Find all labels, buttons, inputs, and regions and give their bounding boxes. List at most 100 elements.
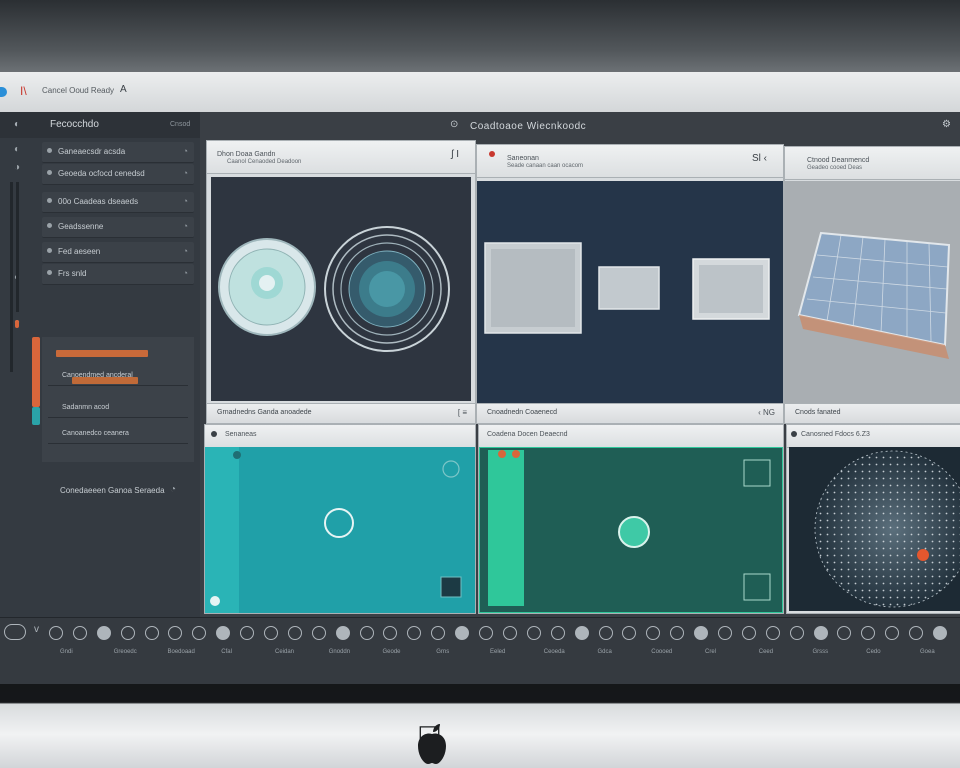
toolbar-tool-icon[interactable] bbox=[502, 626, 517, 640]
gear-icon[interactable]: ⚙ bbox=[942, 119, 951, 130]
workspace-icon[interactable]: ⊙ bbox=[450, 119, 458, 130]
list-item[interactable]: Fed aeseen ◔ bbox=[42, 242, 194, 263]
toolbar-tool-icon[interactable] bbox=[861, 626, 876, 640]
panel-title: Canosned Fdocs 6.Z3 bbox=[801, 431, 870, 438]
gutter-track bbox=[16, 182, 19, 312]
list-item[interactable]: Geadssenne ◔ bbox=[42, 217, 194, 238]
panel-title: Coadena Docen Deaecnd bbox=[487, 431, 568, 438]
toolbar-tool-icon[interactable] bbox=[574, 626, 589, 640]
toolbar-tool-icon[interactable] bbox=[264, 626, 279, 640]
toolbar-item-label: Coooed bbox=[651, 649, 673, 655]
toolbar-tool-icon[interactable] bbox=[359, 626, 374, 640]
toolbar-tool-icon[interactable] bbox=[909, 626, 924, 640]
gutter-icon[interactable]: ◑ bbox=[14, 162, 20, 173]
toolbar-tool-icon[interactable] bbox=[885, 626, 900, 640]
toolbar-tool-icon[interactable] bbox=[192, 626, 207, 640]
toolbar-item-label: Gdca bbox=[597, 649, 612, 655]
toolbar-tool-icon[interactable] bbox=[96, 626, 111, 640]
viewport-canvas[interactable] bbox=[205, 447, 475, 613]
panel-header: Canosned Fdocs 6.Z3 bbox=[787, 425, 960, 448]
list-item-label: Ganeaecsdr acsda bbox=[58, 147, 126, 156]
toolbar-tool-icon[interactable] bbox=[311, 626, 326, 640]
toolbar-tool-icon[interactable] bbox=[49, 626, 63, 640]
toolbar-tool-icon[interactable] bbox=[717, 626, 732, 640]
menu-icon[interactable] bbox=[4, 624, 26, 640]
viewport-canvas[interactable] bbox=[211, 177, 471, 401]
panel-action-icon[interactable]: Sl ‹ bbox=[752, 153, 767, 164]
panel-footer-icon[interactable]: [ ≡ bbox=[458, 408, 467, 417]
panel-title: Dhon Doaa Gandn bbox=[217, 151, 276, 158]
viewport-canvas[interactable] bbox=[477, 181, 783, 403]
list-item[interactable]: Ganeaecsdr acsda ◔ bbox=[42, 142, 194, 163]
toolbar-tool-icon[interactable] bbox=[741, 626, 756, 640]
apple-logo-icon bbox=[418, 724, 446, 764]
list-item[interactable]: 00o Caadeas dseaeds ◔ bbox=[42, 192, 194, 213]
left-panel-header-action[interactable]: Cnsod bbox=[170, 121, 190, 128]
toolbar-tool-icon[interactable] bbox=[622, 626, 637, 640]
toolbar-tool-icon[interactable] bbox=[144, 626, 159, 640]
left-panel-footer-label: Conedaeeen Ganoa Seraeda bbox=[60, 486, 165, 495]
toolbar-tool-icon[interactable] bbox=[287, 626, 302, 640]
toolbar-tool-icon[interactable] bbox=[455, 626, 470, 640]
toolbar-item-label: Gndi bbox=[60, 649, 73, 655]
gutter-icon[interactable]: ◐ bbox=[14, 144, 20, 155]
toolbar-tool-icon[interactable] bbox=[407, 626, 422, 640]
panel-header: Dhon Doaa Gandn Caanol Cenaoded Deadoon … bbox=[207, 141, 475, 174]
toolbar-tool-icon[interactable] bbox=[646, 626, 661, 640]
viewport-canvas[interactable] bbox=[479, 447, 783, 613]
toolbar-tool-icon[interactable] bbox=[550, 626, 565, 640]
toolbar-tool-icon[interactable] bbox=[670, 626, 685, 640]
panel-dot-icon bbox=[791, 431, 797, 437]
list-item[interactable]: Sadanmn acod bbox=[48, 399, 188, 418]
toolbar-item-label: Greoedc bbox=[113, 649, 137, 655]
viewport-canvas[interactable] bbox=[785, 181, 960, 403]
panel-action-icon[interactable]: ʃ I bbox=[451, 149, 459, 160]
toolbar-tool-icon[interactable] bbox=[789, 626, 804, 640]
panel-header: Coadena Docen Deaecnd bbox=[479, 425, 783, 448]
viewport-panel-6: Canosned Fdocs 6.Z3 bbox=[786, 424, 960, 614]
toolbar-item-label: Grns bbox=[436, 649, 450, 655]
bottom-toolbar: v Gndi Greoedc Boedoaad Cfal Ceidan Gnoddn Geo… bbox=[0, 617, 960, 684]
toolbar-item-label: Ceidan bbox=[275, 649, 295, 655]
toolbar-tool-icon[interactable] bbox=[813, 626, 828, 640]
toolbar-tool-icon[interactable] bbox=[526, 626, 541, 640]
list-item[interactable]: Frs snld ◔ bbox=[42, 264, 194, 285]
panel-subtitle: Geadeo cooed Deas bbox=[807, 165, 863, 171]
toolbar-tool-icon[interactable] bbox=[694, 626, 709, 640]
toolbar-tool-icon[interactable] bbox=[216, 626, 231, 640]
toolbar-tool-icon[interactable] bbox=[168, 626, 183, 640]
panel-footer-label: Cnoadnedn Coaenecd bbox=[487, 409, 558, 416]
window-indicator: I\ bbox=[20, 84, 27, 98]
toolbar-item-label: Gnoddn bbox=[328, 649, 351, 655]
viewport-panel-4: Senaneas bbox=[204, 424, 476, 614]
screen: I\ Cancel Ooud Ready A ◐ Fecocchdo Cnsod… bbox=[0, 72, 960, 684]
toolbar-tool-icon[interactable] bbox=[72, 626, 87, 640]
toolbar-tool-icon[interactable] bbox=[335, 626, 350, 640]
toolbar-tool-icon[interactable] bbox=[837, 626, 852, 640]
toolbar-tool-icon[interactable] bbox=[383, 626, 398, 640]
bullet-icon bbox=[47, 223, 52, 228]
bullet-icon bbox=[47, 198, 52, 203]
left-panel-title: Fecocchdo bbox=[50, 119, 99, 130]
list-item[interactable]: Geoeda ocfocd cenedsd ◔ bbox=[42, 164, 194, 185]
workspace-topbar: ⊙ Coadtoaoe Wiecnkoodc ⚙ bbox=[200, 112, 960, 140]
toolbar-tool-icon[interactable] bbox=[933, 626, 947, 640]
bullet-icon bbox=[47, 248, 52, 253]
toolbar-tool-icon[interactable] bbox=[765, 626, 780, 640]
toolbar-tool-icon[interactable] bbox=[431, 626, 446, 640]
list-item[interactable]: Canoanedco ceanera bbox=[48, 425, 188, 444]
chevron-down-icon[interactable]: v bbox=[34, 624, 39, 635]
viewport-canvas[interactable] bbox=[789, 447, 960, 611]
toolbar-tool-icon[interactable] bbox=[598, 626, 613, 640]
bullet-icon bbox=[47, 170, 52, 175]
window-caret-icon[interactable]: A bbox=[120, 84, 127, 95]
toolbar-item-label: Cfal bbox=[221, 649, 232, 655]
toolbar-tool-icon[interactable] bbox=[479, 626, 494, 640]
viewport-panel-3: Ctnood Deanmencd Geadeo cooed Deas Cnods… bbox=[784, 146, 960, 424]
list-item[interactable]: Conedaeeen Ganoa Seraeda ◔ bbox=[42, 482, 194, 500]
toolbar-tool-icon[interactable] bbox=[240, 626, 255, 640]
panel-toggle-icon[interactable]: ◐ bbox=[14, 119, 20, 130]
toolbar-tool-icon[interactable] bbox=[120, 626, 135, 640]
panel-footer-icon[interactable]: ‹ NG bbox=[758, 408, 775, 417]
panel-header: Senaneas bbox=[205, 425, 475, 448]
